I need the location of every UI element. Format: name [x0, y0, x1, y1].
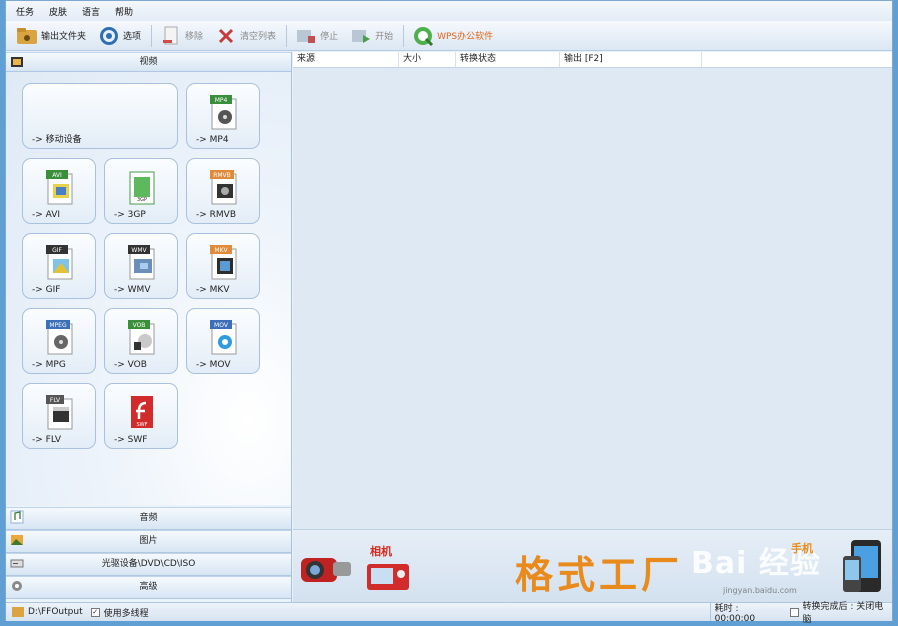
multithread-checkbox[interactable]: ✓	[90, 607, 100, 617]
menu-skin[interactable]: 皮肤	[49, 5, 67, 18]
menu-language[interactable]: 语言	[82, 5, 100, 18]
column-output[interactable]: 输出 [F2]	[560, 52, 702, 67]
tile-gif[interactable]: GIF -> GIF	[22, 233, 96, 299]
watermark-url: jingyan.baidu.com	[723, 586, 797, 595]
svg-text:RMVB: RMVB	[213, 172, 231, 179]
disc-drive-icon	[10, 556, 24, 570]
svg-text:AVI: AVI	[52, 172, 62, 179]
menu-bar: 任务 皮肤 语言 帮助	[6, 1, 892, 21]
clear-x-icon	[215, 25, 237, 47]
after-convert-label: 转换完成后 : 关闭电脑	[802, 602, 884, 625]
advanced-category-header[interactable]: 高级	[6, 576, 291, 599]
svg-text:FLV: FLV	[50, 397, 61, 404]
app-window: 任务 皮肤 语言 帮助 输出文件夹 选项 移除 清空列表 停止 开始 WPS办公…	[5, 0, 893, 625]
3gp-file-icon: 3GP	[126, 168, 158, 206]
toolbar-separator	[151, 24, 153, 47]
tile-avi[interactable]: AVI -> AVI	[22, 158, 96, 224]
tile-mov[interactable]: MOV -> MOV	[186, 308, 260, 374]
options-button[interactable]: 选项	[96, 23, 143, 49]
audio-category-header[interactable]: 音频	[6, 507, 291, 530]
rmvb-file-icon: RMVB	[208, 168, 240, 206]
image-category-header[interactable]: 图片	[6, 530, 291, 553]
advanced-settings-icon	[10, 579, 24, 593]
category-panel: 视频 -> 移动设备 MP4 -> MP4 AVI -> AVI 3GP -> …	[6, 52, 292, 602]
video-category-header[interactable]: 视频	[6, 52, 291, 72]
remove-file-icon	[160, 25, 182, 47]
bottom-categories: 音频 图片 光驱设备\DVD\CD\ISO 高级	[6, 507, 291, 599]
wmv-file-icon: WMV	[126, 243, 158, 281]
output-folder-button[interactable]: 输出文件夹	[14, 23, 88, 49]
task-list[interactable]: 来源 大小 转换状态 输出 [F2]	[293, 52, 892, 529]
music-note-icon	[10, 510, 24, 524]
remove-button[interactable]: 移除	[158, 23, 205, 49]
column-status[interactable]: 转换状态	[456, 52, 560, 67]
stop-button[interactable]: 停止	[293, 23, 340, 49]
tile-3gp[interactable]: 3GP -> 3GP	[104, 158, 178, 224]
column-source[interactable]: 来源	[293, 52, 399, 67]
column-filler	[702, 52, 892, 67]
svg-text:VOB: VOB	[133, 322, 146, 329]
mpg-file-icon: MPEG	[44, 318, 76, 356]
start-button[interactable]: 开始	[348, 23, 395, 49]
brand-title: 格式工厂	[515, 552, 684, 597]
tile-mkv[interactable]: MKV -> MKV	[186, 233, 260, 299]
toolbar: 输出文件夹 选项 移除 清空列表 停止 开始 WPS办公软件	[6, 21, 892, 51]
swf-file-icon: SWF	[126, 393, 158, 431]
avi-file-icon: AVI	[44, 168, 76, 206]
svg-text:MOV: MOV	[214, 322, 229, 329]
tile-swf[interactable]: SWF -> SWF	[104, 383, 178, 449]
output-folder-small-icon	[12, 607, 24, 617]
flv-file-icon: FLV	[44, 393, 76, 431]
toolbar-separator	[286, 24, 288, 47]
output-path[interactable]: D:\FFOutput	[28, 607, 83, 617]
mobile-phone-icon	[841, 538, 887, 599]
toolbar-separator	[403, 24, 405, 47]
svg-text:3GP: 3GP	[137, 197, 147, 203]
vob-file-icon: VOB	[126, 318, 158, 356]
start-icon	[350, 25, 372, 47]
folder-icon	[16, 25, 38, 47]
promo-banner: 相机 格式工厂 Bai 经验 jingyan.baidu.com 手机	[293, 529, 892, 602]
digital-camera-icon	[365, 562, 411, 595]
tile-wmv[interactable]: WMV -> WMV	[104, 233, 178, 299]
optical-drive-category-header[interactable]: 光驱设备\DVD\CD\ISO	[6, 553, 291, 576]
gif-file-icon: GIF	[44, 243, 76, 281]
tile-rmvb[interactable]: RMVB -> RMVB	[186, 158, 260, 224]
multithread-label: 使用多线程	[103, 608, 149, 619]
status-bar: D:\FFOutput ✓ 使用多线程 耗时 : 00:00:00 转换完成后 …	[6, 602, 892, 625]
elapsed-time: 耗时 : 00:00:00	[714, 603, 756, 624]
mov-file-icon: MOV	[208, 318, 240, 356]
svg-text:WMV: WMV	[131, 247, 147, 254]
mp4-file-icon: MP4	[208, 93, 240, 131]
svg-text:MKV: MKV	[214, 247, 228, 254]
stop-icon	[295, 25, 317, 47]
tile-mpg[interactable]: MPEG -> MPG	[22, 308, 96, 374]
shutdown-checkbox[interactable]	[789, 607, 799, 617]
tile-vob[interactable]: VOB -> VOB	[104, 308, 178, 374]
video-format-grid: -> 移动设备 MP4 -> MP4 AVI -> AVI 3GP -> 3GP	[6, 72, 291, 505]
svg-text:GIF: GIF	[52, 247, 62, 254]
film-icon	[10, 55, 24, 69]
video-camera-icon	[297, 544, 357, 595]
camera-label: 相机	[370, 545, 392, 558]
svg-text:SWF: SWF	[137, 422, 148, 428]
tile-flv[interactable]: FLV -> FLV	[22, 383, 96, 449]
column-size[interactable]: 大小	[399, 52, 456, 67]
clear-list-button[interactable]: 清空列表	[213, 23, 278, 49]
svg-text:MP4: MP4	[215, 97, 228, 104]
picture-icon	[10, 533, 24, 547]
task-list-header: 来源 大小 转换状态 输出 [F2]	[293, 52, 892, 68]
gear-icon	[98, 25, 120, 47]
tile-mp4[interactable]: MP4 -> MP4	[186, 83, 260, 149]
menu-task[interactable]: 任务	[16, 5, 34, 18]
menu-help[interactable]: 帮助	[115, 5, 133, 18]
wps-button[interactable]: WPS办公软件	[410, 23, 495, 49]
tile-mobile-device[interactable]: -> 移动设备	[22, 83, 178, 149]
phone-label: 手机	[791, 542, 813, 555]
mkv-file-icon: MKV	[208, 243, 240, 281]
wps-logo-icon	[412, 25, 434, 47]
svg-text:MPEG: MPEG	[49, 322, 67, 329]
